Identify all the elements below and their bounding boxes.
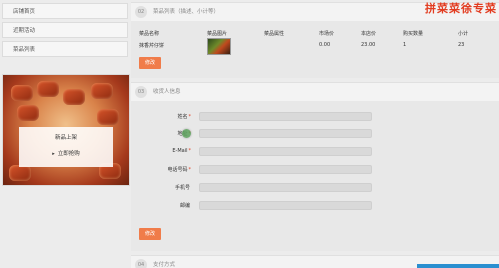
promo-banner[interactable]: 新品上架 立即抢购	[2, 74, 130, 186]
dish-name[interactable]: 抹香芹仔饼	[139, 42, 164, 49]
food-image	[63, 89, 85, 105]
required-mark: *	[188, 148, 192, 154]
page-headline: 拼菜菜徐专菜	[425, 2, 497, 15]
required-mark: *	[188, 167, 192, 173]
section-title: 支付方式	[153, 262, 176, 268]
food-image	[11, 85, 33, 101]
sidebar-item-store-home[interactable]: 店铺首页	[2, 3, 128, 19]
section-header-recipient: 03 收货人信息	[131, 82, 499, 102]
sidebar: 店铺首页 近期活动 菜品列表 新品上架 立即抢购	[0, 0, 130, 268]
email-label-text: E-Mail	[172, 148, 188, 154]
phone-label: 电话号码*	[141, 166, 191, 173]
section-number: 04	[135, 259, 147, 268]
recipient-form-panel: 姓名* 地址* E-Mail* 电话号码* 手机号 邮编 修改	[131, 101, 499, 251]
section-number: 02	[135, 6, 147, 18]
section-header-dishes: 02 菜品列表（描述、小计等） 拼菜菜徐专菜	[131, 2, 499, 22]
column-header-quantity: 购买数量	[403, 31, 424, 37]
name-label-text: 姓名	[177, 114, 188, 120]
section-title: 收货人信息	[153, 89, 181, 95]
column-header-subtotal: 小计	[458, 31, 469, 37]
food-image	[17, 105, 39, 121]
name-label: 姓名*	[141, 113, 191, 120]
column-header-name: 菜品名称	[139, 31, 160, 37]
main-content: 02 菜品列表（描述、小计等） 拼菜菜徐专菜 菜品名称 菜品图片 菜品属性 市场…	[131, 0, 499, 268]
dish-market-price: 0.00	[319, 42, 331, 48]
dish-shop-price: 23.00	[361, 42, 376, 48]
dish-table-panel: 菜品名称 菜品图片 菜品属性 市场价 本店价 购买数量 小计 抹香芹仔饼 0.0…	[131, 21, 499, 78]
dish-thumbnail[interactable]	[207, 38, 231, 55]
section-number: 03	[135, 86, 147, 98]
modify-recipient-button[interactable]: 修改	[139, 228, 161, 240]
column-header-shop-price: 本店价	[361, 31, 377, 37]
promo-title: 新品上架	[54, 135, 77, 141]
sidebar-item-dish-list[interactable]: 菜品列表	[2, 41, 128, 57]
mobile-field[interactable]	[199, 183, 372, 192]
column-header-image: 菜品图片	[207, 31, 228, 37]
email-label: E-Mail*	[141, 148, 191, 154]
taskbar-strip	[417, 264, 499, 268]
food-image	[9, 165, 31, 181]
postcode-label-text: 邮编	[179, 203, 190, 209]
phone-label-text: 电话号码	[167, 167, 188, 173]
dish-subtotal: 23	[458, 42, 465, 48]
postcode-field[interactable]	[199, 201, 372, 210]
food-image	[37, 81, 59, 97]
column-header-market-price: 市场价	[319, 31, 335, 37]
mobile-label: 手机号	[141, 184, 191, 191]
name-field[interactable]	[199, 112, 372, 121]
section-title: 菜品列表（描述、小计等）	[153, 9, 220, 15]
email-field[interactable]	[199, 147, 372, 156]
postcode-label: 邮编	[141, 202, 191, 209]
food-image	[91, 83, 113, 99]
column-header-attr: 菜品属性	[264, 31, 285, 37]
required-mark: *	[188, 114, 192, 120]
phone-field[interactable]	[199, 165, 372, 174]
mouse-cursor-icon	[182, 129, 191, 138]
address-field[interactable]	[199, 129, 372, 138]
dish-quantity: 1	[403, 42, 407, 48]
mobile-label-text: 手机号	[174, 185, 190, 191]
modify-dishes-button[interactable]: 修改	[139, 57, 161, 69]
promo-caption: 新品上架 立即抢购	[19, 127, 113, 167]
checkout-page: 店铺首页 近期活动 菜品列表 新品上架 立即抢购 02 菜品列表（描述、小计等）…	[0, 0, 499, 268]
sidebar-item-recent-events[interactable]: 近期活动	[2, 22, 128, 38]
food-image	[97, 109, 119, 125]
promo-link[interactable]: 立即抢购	[19, 149, 113, 157]
